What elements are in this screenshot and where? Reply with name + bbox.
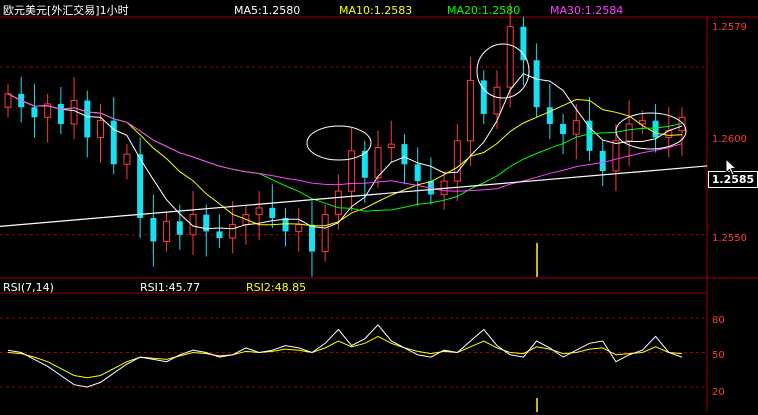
candle-body-up [97,120,105,138]
candle-body-down [269,207,276,218]
candle-body-up [229,224,237,239]
candle-body-up [374,147,382,179]
candle-body-down [520,26,527,61]
candle-body-down [216,231,223,239]
candle-body-down [599,150,606,171]
ma20-label: MA20:1.2580 [447,4,521,17]
candle-body-down [401,144,408,165]
candle-body-down [308,224,315,252]
mouse-cursor-icon [725,158,738,176]
rsi1-label: RSI1:45.77 [140,281,201,294]
candle-body-up [453,140,461,182]
candle-body-up [467,79,475,142]
candle-body-down [84,100,91,138]
candle-body-up [123,153,131,165]
candle-body-up [625,123,633,142]
candle-body-up [348,150,356,192]
chart-stage[interactable]: 欧元美元[外汇交易]1小时 MA5:1.2580 MA10:1.2583 MA2… [0,0,758,412]
highlight-ellipse [306,125,372,161]
candle-body-up [4,93,12,108]
rsi1-line [7,324,683,388]
candle-body-down [176,221,183,235]
candle-body-down [546,107,553,125]
rsi2-label: RSI2:48.85 [246,281,307,294]
candle-body-down [31,107,38,118]
price-axis-low: 1.2550 [712,233,747,244]
candle-body-down [480,80,487,114]
candle-body-up [572,120,580,135]
candle-body-down [57,103,64,125]
candle-body-up [493,86,501,115]
price-axis-top: 1.2579 [712,22,747,33]
candle-body-down [137,154,144,218]
candle-body-up [255,207,263,216]
highlight-ellipse [476,43,530,99]
chart-title: 欧元美元[外汇交易]1小时 [3,4,129,17]
rsi-axis-20: 20 [712,387,725,398]
ma5-label: MA5:1.2580 [234,4,301,17]
ma5-line [7,73,683,230]
candle-body-down [652,120,659,138]
candle-body-up [321,214,329,253]
ma30-label: MA30:1.2584 [550,4,624,17]
candle-body-up [334,190,342,216]
candle-body-up [387,143,395,148]
price-axis-mid: 1.2600 [712,134,747,145]
rsi-axis-50: 50 [712,350,725,361]
candle-body-down [414,164,421,182]
candle-body-down [150,217,157,242]
rsi-title: RSI(7,14) [3,281,54,294]
candle-body-up [612,140,620,172]
candle-body-up [506,26,514,88]
rsi2-line [7,335,683,379]
candlestick-chart[interactable] [0,0,758,412]
rsi-axis-80: 80 [712,315,725,326]
ma10-label: MA10:1.2583 [339,4,413,17]
candle-body-down [560,124,567,135]
candle-body-up [70,100,78,125]
candle-body-up [163,220,171,242]
candle-body-down [533,60,540,108]
candle-body-up [295,224,303,232]
ma20-line [7,93,683,212]
